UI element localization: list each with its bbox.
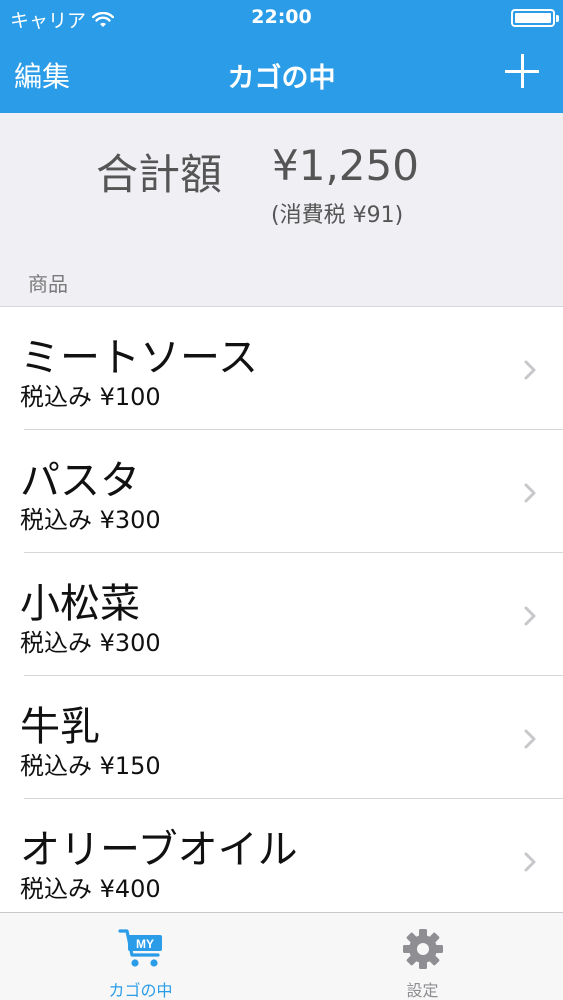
- tab-cart[interactable]: MY カゴの中: [0, 913, 281, 1000]
- total-summary: 合計額 ¥1,250 (消費税 ¥91): [0, 113, 563, 263]
- list-item[interactable]: オリーブオイル 税込み ¥400: [0, 799, 563, 912]
- chevron-right-icon: [524, 360, 536, 380]
- gear-icon: [402, 929, 443, 969]
- item-price: 税込み ¥400: [20, 875, 161, 903]
- item-price: 税込み ¥150: [20, 752, 161, 780]
- section-header-products: 商品: [28, 272, 68, 296]
- plus-icon[interactable]: [505, 54, 539, 88]
- chevron-right-icon: [524, 729, 536, 749]
- tab-label: カゴの中: [108, 981, 173, 1000]
- top-bar: キャリア 22:00 編集 カゴの中: [0, 0, 563, 113]
- item-price: 税込み ¥300: [20, 629, 161, 657]
- total-label: 合計額: [96, 150, 223, 199]
- list-item[interactable]: 小松菜 税込み ¥300: [0, 553, 563, 676]
- list-item[interactable]: 牛乳 税込み ¥150: [0, 676, 563, 799]
- page-title: カゴの中: [227, 63, 336, 94]
- item-name: 小松菜: [20, 581, 140, 627]
- tab-settings[interactable]: 設定: [282, 913, 563, 1000]
- item-name: ミートソース: [20, 335, 258, 381]
- chevron-right-icon: [524, 852, 536, 872]
- item-name: オリーブオイル: [20, 827, 298, 873]
- chevron-right-icon: [524, 606, 536, 626]
- tab-label: 設定: [406, 981, 439, 1000]
- list-item[interactable]: ミートソース 税込み ¥100: [0, 307, 563, 430]
- product-list: ミートソース 税込み ¥100 パスタ 税込み ¥300 小松菜 税込み ¥30…: [0, 306, 563, 912]
- shopping-cart-icon: MY: [117, 929, 162, 967]
- total-amount: ¥1,250: [272, 141, 419, 190]
- tab-bar: MY カゴの中 設定: [0, 912, 563, 1000]
- cart-badge: MY: [136, 937, 154, 951]
- item-name: 牛乳: [20, 704, 100, 750]
- clock: 22:00: [251, 6, 312, 28]
- navigation-bar: 編集 カゴの中: [0, 36, 563, 113]
- item-price: 税込み ¥300: [20, 506, 161, 534]
- list-item[interactable]: パスタ 税込み ¥300: [0, 430, 563, 553]
- battery-icon: [511, 9, 559, 27]
- item-price: 税込み ¥100: [20, 383, 161, 411]
- status-bar: キャリア 22:00: [0, 0, 563, 36]
- chevron-right-icon: [524, 483, 536, 503]
- tax-amount: (消費税 ¥91): [271, 203, 404, 228]
- item-name: パスタ: [20, 458, 140, 504]
